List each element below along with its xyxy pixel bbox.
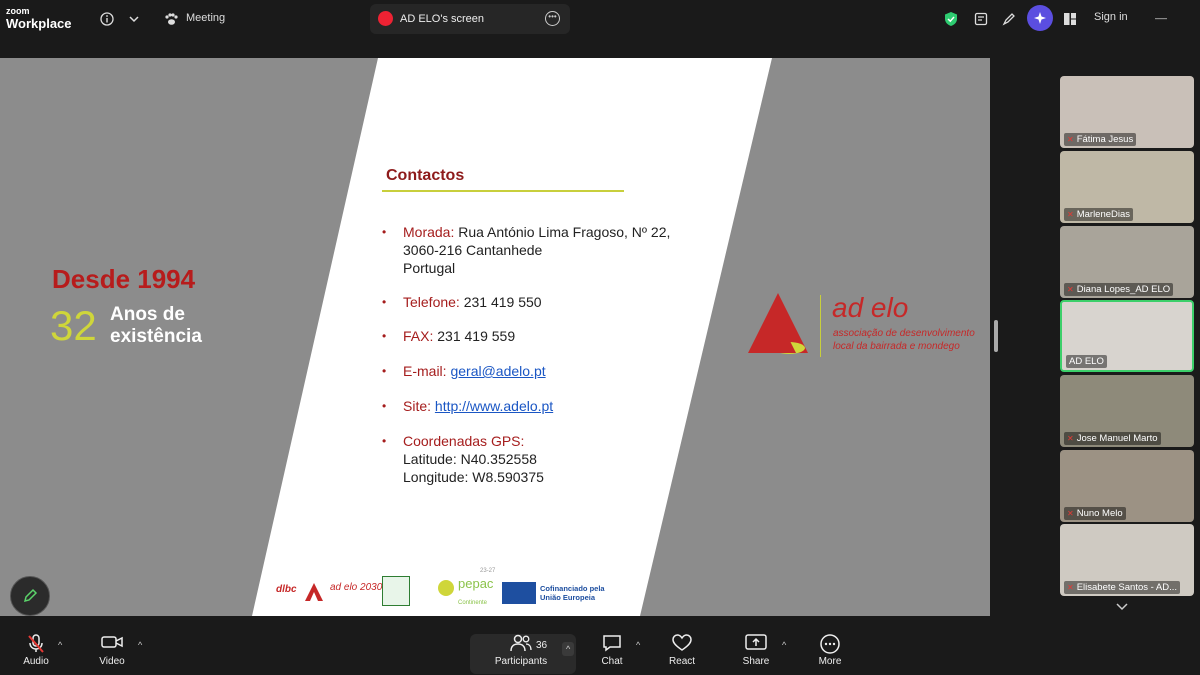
notes-icon[interactable] [972,10,990,28]
gallery-scroll-down-icon[interactable] [1116,600,1128,614]
mic-muted-icon: ✕ [1067,210,1074,219]
ad-elo-brand: ad elo [832,292,909,323]
ai-companion-icon[interactable] [1027,5,1053,31]
chevron-down-icon[interactable] [125,10,143,28]
zoom-workplace-logo: zoom Workplace [6,6,72,31]
ad-elo-small-icon [305,583,323,601]
more-icon [800,634,860,656]
chat-icon [582,634,642,656]
annotate-pen-button[interactable] [10,576,50,616]
shared-slide: Desde 1994 32 Anos de existência Contact… [0,58,990,616]
site-link[interactable]: http://www.adelo.pt [435,398,553,414]
audio-options-caret[interactable]: ^ [58,640,62,650]
more-options-icon[interactable]: ••• [545,11,560,26]
paw-icon [162,10,180,28]
shared-screen-tab[interactable]: AD ELO's screen ••• [370,4,570,34]
logo-separator [820,295,821,357]
mic-muted-icon: ✕ [1067,135,1074,144]
ad-elo-logo-icon [748,293,808,354]
eu-flag-icon [502,582,536,604]
pepac-icon [438,580,454,596]
participant-tile[interactable]: ✕ Jose Manuel Marto [1060,375,1194,447]
video-camera-icon [82,634,142,656]
top-bar: zoom Workplace Meeting AD ELO's screen •… [0,0,1200,38]
resize-handle[interactable] [994,320,998,352]
email-link[interactable]: geral@adelo.pt [450,363,545,379]
since-year-heading: Desde 1994 [52,264,196,294]
mic-muted-icon: ✕ [1067,583,1074,592]
years-text: Anos de existência [110,304,202,347]
pen-icon [23,588,38,603]
meeting-label[interactable]: Meeting [186,12,225,24]
participant-tile-active[interactable]: AD ELO [1060,300,1194,372]
minimize-icon[interactable] [1152,10,1170,28]
shield-icon[interactable] [942,10,960,28]
dlbc-logo: dlbc [276,584,297,595]
footer-logos: dlbc ad elo 2030 pepac 23-27 Continente … [276,568,605,606]
mic-muted-icon: ✕ [1067,509,1074,518]
years-number: 32 [50,302,97,349]
participant-count: 36 [536,640,548,651]
share-options-caret[interactable]: ^ [782,640,786,650]
audio-button[interactable]: Audio [6,634,66,667]
participants-options-caret[interactable]: ^ [562,642,575,656]
chat-button[interactable]: Chat [582,634,642,667]
video-options-caret[interactable]: ^ [138,640,142,650]
video-button[interactable]: Video [82,634,142,667]
participant-tile[interactable]: ✕ Nuno Melo [1060,450,1194,522]
sign-in-button[interactable]: Sign in [1094,11,1128,23]
ad-elo-icon [378,11,393,26]
react-button[interactable]: React [652,634,712,667]
contacts-title: Contactos [386,167,465,184]
heart-icon [652,634,712,656]
pepac-logo: pepac [458,576,494,591]
info-icon[interactable] [98,10,116,28]
meeting-toolbar: Audio ^ Video ^ Chat ^ React Share ^ Mor… [0,628,1200,675]
participant-tile[interactable]: ✕ MarleneDias [1060,151,1194,223]
leader-logo [382,576,410,606]
annotate-icon[interactable] [1000,10,1018,28]
share-screen-icon [726,634,786,656]
view-layout-icon[interactable] [1061,10,1079,28]
participant-tile[interactable]: ✕ Elisabete Santos - AD... [1060,524,1194,596]
participant-tile[interactable]: ✕ Fátima Jesus [1060,76,1194,148]
adelo-2030-logo: ad elo 2030 [330,582,383,593]
share-button[interactable]: Share [726,634,786,667]
mic-muted-icon: ✕ [1067,285,1074,294]
chat-options-caret[interactable]: ^ [636,640,640,650]
participant-tile[interactable]: ✕ Diana Lopes_AD ELO [1060,226,1194,298]
ad-elo-tagline: associação de desenvolvimento local da b… [833,328,975,352]
eu-cofinanced-label: Cofinanciado pela União Europeia [540,584,605,602]
mic-muted-icon: ✕ [1067,434,1074,443]
mic-muted-icon [6,634,66,656]
more-button[interactable]: More [800,634,860,667]
contacts-underline [382,190,624,192]
